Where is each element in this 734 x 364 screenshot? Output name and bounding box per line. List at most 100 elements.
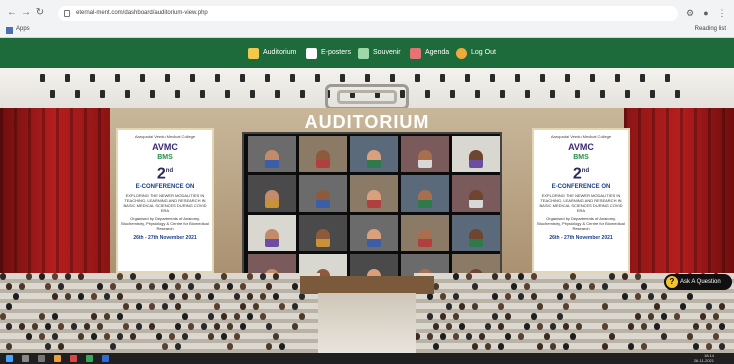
audience-member [84, 323, 90, 330]
audience-member [110, 283, 116, 290]
audience-member [427, 313, 433, 320]
participant-tile [401, 136, 449, 173]
audience-member [71, 323, 77, 330]
audience-member [104, 333, 110, 340]
audience-member [518, 333, 524, 340]
ceiling-light [540, 74, 545, 82]
audience-member [299, 313, 305, 320]
audience-member [240, 323, 246, 330]
ceiling-light [650, 90, 655, 98]
banner-description: EXPLORING THE NEWER MODALITIES IN TEACHI… [123, 193, 207, 214]
ask-question-button[interactable]: ? Ask A Question [664, 274, 732, 290]
extension-icon[interactable]: ⚙ [684, 7, 696, 19]
reload-icon[interactable]: ↻ [34, 7, 46, 19]
audience-member [674, 313, 680, 320]
bms-logo: BMS [157, 154, 173, 161]
audience-member [687, 293, 693, 300]
edge-icon[interactable] [102, 355, 109, 362]
nav-log-out[interactable]: Log Out [456, 46, 496, 60]
audience-member [273, 273, 279, 280]
ceiling-light [200, 90, 205, 98]
profile-icon[interactable]: ● [700, 7, 712, 19]
audience-member [453, 333, 459, 340]
audience-member [518, 273, 524, 280]
nav-agenda[interactable]: Agenda [410, 46, 449, 60]
start-icon[interactable] [6, 355, 13, 362]
audience-member [240, 283, 246, 290]
audience-member [602, 303, 608, 310]
nav-souvenir[interactable]: Souvenir [358, 46, 401, 60]
audience-member [0, 273, 6, 280]
ceiling-light [425, 90, 430, 98]
audience-member [485, 343, 491, 350]
audience-member [208, 293, 214, 300]
audience-member [78, 273, 84, 280]
apps-grid-icon[interactable] [6, 27, 13, 34]
participant-tile [248, 214, 296, 252]
ceiling-light [150, 90, 155, 98]
audience-member [117, 333, 123, 340]
audience-member [266, 323, 272, 330]
nav-e-posters[interactable]: E-posters [306, 46, 351, 60]
audience-member [570, 273, 576, 280]
search-icon[interactable] [22, 355, 29, 362]
audience-member [26, 273, 32, 280]
audience-member [39, 313, 45, 320]
participant-video [418, 150, 432, 169]
apps-link[interactable]: Apps [16, 26, 30, 32]
audience-member [485, 323, 491, 330]
audience-member [466, 333, 472, 340]
audience-member [524, 283, 530, 290]
ceiling-light [315, 74, 320, 82]
audience-member [78, 293, 84, 300]
audience-member [39, 333, 45, 340]
audience-member [169, 333, 175, 340]
audience-member [706, 343, 712, 350]
audience-member [130, 333, 136, 340]
audience-member [693, 323, 699, 330]
audience-member [221, 273, 227, 280]
participant-tile [350, 175, 398, 212]
audience-member [518, 293, 524, 300]
menu-icon[interactable]: ⋮ [716, 7, 728, 19]
nav-auditorium[interactable]: Auditorium [248, 46, 296, 60]
address-bar[interactable]: eternal-ment.com/dashboard/auditorium-vi… [58, 6, 678, 21]
auditorium-scene: Aarupadai Veedu Medical College AVMC BMS… [0, 68, 734, 353]
reading-list-link[interactable]: Reading list [695, 26, 726, 32]
banner-org: Aarupadai Veedu Medical College [134, 134, 196, 139]
audience-member [104, 293, 110, 300]
ceiling-light [140, 74, 145, 82]
audience-member [635, 273, 641, 280]
back-icon[interactable]: ← [6, 7, 18, 19]
audience-member [446, 303, 452, 310]
audience-member [117, 293, 123, 300]
participant-video [469, 229, 483, 248]
audience-member [260, 293, 266, 300]
app-icon[interactable] [70, 355, 77, 362]
audience-member [58, 323, 64, 330]
forward-icon[interactable]: → [20, 7, 32, 19]
ceiling-light [340, 74, 345, 82]
ceiling-light [215, 74, 220, 82]
audience-member [78, 333, 84, 340]
chrome-icon[interactable] [86, 355, 93, 362]
audience-member [492, 273, 498, 280]
participant-tile [248, 175, 296, 212]
ceiling-light [40, 74, 45, 82]
participant-tile [401, 214, 449, 252]
question-icon: ? [666, 276, 678, 288]
audience-member [427, 293, 433, 300]
audience-member [472, 343, 478, 350]
audience-member [511, 283, 517, 290]
audience-member [162, 343, 168, 350]
audience-member [201, 323, 207, 330]
ceiling-light [225, 90, 230, 98]
audience-member [26, 333, 32, 340]
audience-member [563, 303, 569, 310]
audience-member [19, 323, 25, 330]
task-view-icon[interactable] [38, 355, 45, 362]
file-explorer-icon[interactable] [54, 355, 61, 362]
audience-member [505, 293, 511, 300]
participant-video [367, 229, 381, 248]
audience-member [260, 273, 266, 280]
